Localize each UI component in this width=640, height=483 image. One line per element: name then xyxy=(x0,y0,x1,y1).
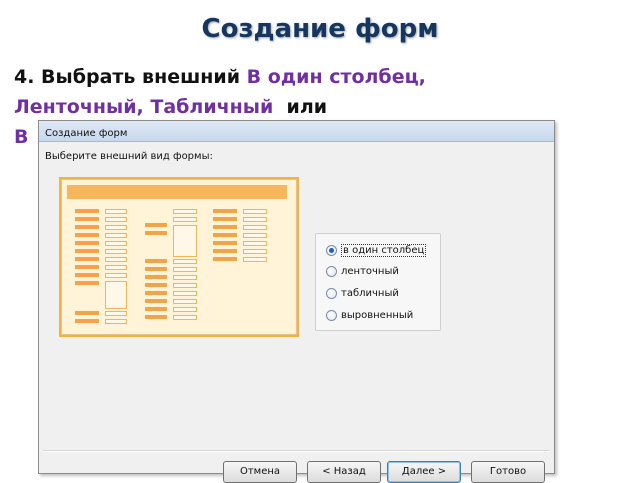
preview-field xyxy=(243,233,267,238)
preview-label xyxy=(75,241,99,245)
preview-field xyxy=(243,241,267,246)
form-wizard-dialog: Создание форм Выберите внешний вид формы… xyxy=(38,120,555,483)
dialog-titlebar[interactable]: Создание форм xyxy=(39,121,554,142)
radio-selected-icon[interactable] xyxy=(326,245,337,256)
preview-field xyxy=(173,209,197,214)
preview-label xyxy=(75,217,99,221)
preview-label xyxy=(213,217,237,221)
preview-label xyxy=(213,233,237,237)
preview-field xyxy=(173,259,197,264)
radio-icon[interactable] xyxy=(326,310,337,321)
preview-label xyxy=(75,249,99,253)
preview-field xyxy=(105,257,127,262)
preview-label xyxy=(145,223,167,227)
preview-field xyxy=(105,265,127,270)
preview-field xyxy=(243,209,267,214)
preview-label xyxy=(213,249,237,253)
dialog-body: Выберите внешний вид формы: в один столб… xyxy=(43,145,550,483)
preview-field xyxy=(173,275,197,280)
preview-label xyxy=(75,257,99,261)
preview-header xyxy=(67,185,287,199)
option-columnar[interactable]: в один столбец xyxy=(326,244,427,257)
preview-field xyxy=(105,233,127,238)
preview-label xyxy=(213,257,237,261)
preview-field xyxy=(173,315,197,320)
preview-field xyxy=(105,311,127,316)
preview-field xyxy=(243,257,267,262)
preview-field xyxy=(173,225,197,257)
preview-label xyxy=(145,259,167,263)
option-justified[interactable]: выровненный xyxy=(326,310,413,321)
slide-title: Создание форм xyxy=(201,14,439,44)
preview-label xyxy=(75,225,99,229)
dialog-title: Создание форм xyxy=(45,128,128,139)
option-label: табличный xyxy=(341,288,399,299)
option-highlight-2: Ленточный, Табличный xyxy=(14,96,274,118)
radio-icon[interactable] xyxy=(326,288,337,299)
preview-field xyxy=(105,273,127,278)
preview-label xyxy=(75,209,99,213)
preview-field xyxy=(173,299,197,304)
step-prefix: 4. Выбрать внешний xyxy=(14,66,247,88)
preview-field xyxy=(173,267,197,272)
preview-label xyxy=(145,267,167,271)
preview-field xyxy=(105,209,127,214)
preview-label xyxy=(213,209,237,213)
preview-label xyxy=(75,273,99,277)
preview-field xyxy=(243,217,267,222)
preview-label xyxy=(145,283,167,287)
preview-label xyxy=(75,311,99,315)
preview-label xyxy=(145,299,167,303)
preview-label xyxy=(213,225,237,229)
preview-field xyxy=(173,217,197,222)
preview-label xyxy=(75,233,99,237)
preview-field xyxy=(105,241,127,246)
option-datasheet[interactable]: табличный xyxy=(326,288,399,299)
preview-field xyxy=(105,319,127,324)
preview-field xyxy=(105,225,127,230)
preview-field xyxy=(105,217,127,222)
preview-field xyxy=(105,249,127,254)
option-tabular-ribbon[interactable]: ленточный xyxy=(326,266,399,277)
preview-field xyxy=(243,225,267,230)
option-highlight-1: В один столбец, xyxy=(246,66,426,88)
preview-field xyxy=(105,281,127,309)
preview-field xyxy=(173,291,197,296)
layout-prompt: Выберите внешний вид формы: xyxy=(45,151,213,162)
line3-start: В xyxy=(14,126,29,148)
preview-field xyxy=(173,283,197,288)
preview-label xyxy=(145,275,167,279)
option-label: в один столбец xyxy=(341,244,427,257)
preview-field xyxy=(173,307,197,312)
preview-label xyxy=(145,231,167,235)
preview-label xyxy=(75,265,99,269)
preview-label xyxy=(145,307,167,311)
layout-options-group: в один столбец ленточный табличный выров… xyxy=(315,233,441,331)
or-word: или xyxy=(273,96,328,118)
radio-icon[interactable] xyxy=(326,266,337,277)
preview-label xyxy=(75,281,99,285)
preview-label xyxy=(213,241,237,245)
option-label: выровненный xyxy=(341,310,414,321)
layout-preview xyxy=(59,177,299,337)
preview-field xyxy=(243,249,267,254)
preview-label xyxy=(145,315,167,319)
preview-label xyxy=(75,319,99,323)
preview-label xyxy=(145,291,167,295)
button-separator xyxy=(43,450,550,452)
option-label: ленточный xyxy=(341,266,399,277)
